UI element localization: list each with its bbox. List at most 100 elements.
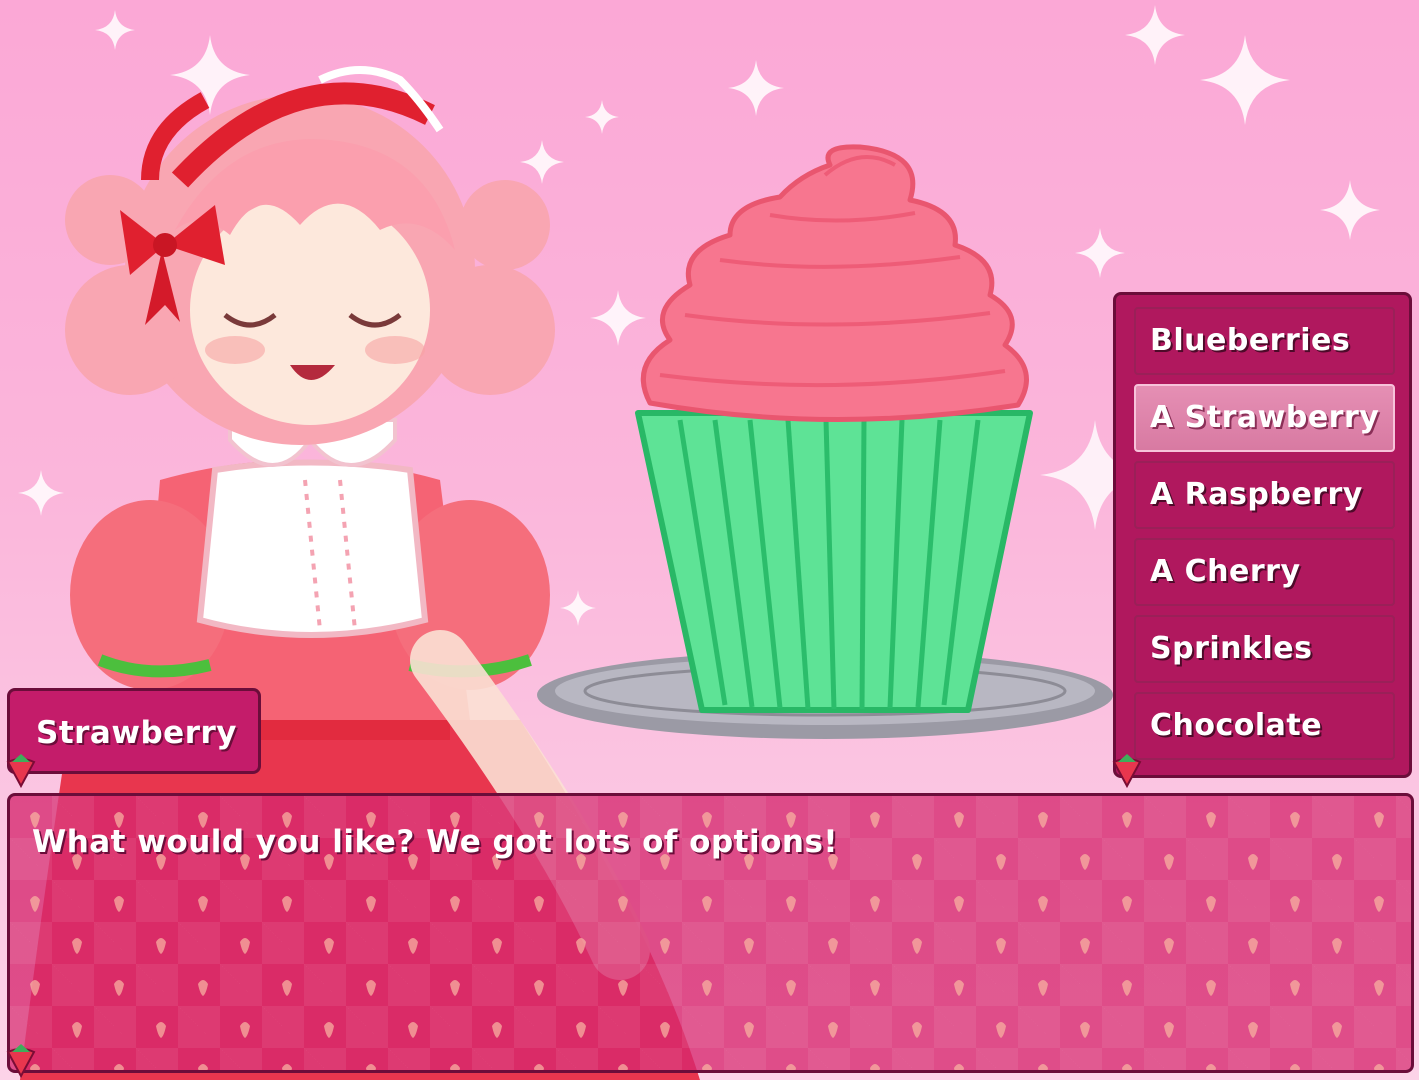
seed-mark [1164,1022,1174,1038]
seed-mark [1290,1064,1300,1070]
seed-mark [114,896,124,912]
seed-mark [534,980,544,996]
seed-mark [492,1022,502,1038]
seed-mark [450,896,460,912]
seed-mark [492,938,502,954]
seed-mark [996,938,1006,954]
sparkle-icon [1200,35,1290,125]
seed-mark [1374,980,1384,996]
seed-mark [1080,938,1090,954]
strawberry-gem-icon [1112,754,1142,788]
seed-mark [786,1064,796,1070]
seed-mark [1122,812,1132,828]
seed-mark [954,812,964,828]
seed-mark [1290,980,1300,996]
seed-mark [366,1064,376,1070]
speaker-name: Strawberry [36,715,237,751]
seed-mark [1164,938,1174,954]
seed-mark [786,980,796,996]
sparkle-icon [728,60,784,116]
seed-mark [72,1022,82,1038]
seed-mark [828,1022,838,1038]
seed-mark [1122,980,1132,996]
seed-mark [450,1064,460,1070]
seed-mark [996,854,1006,870]
seed-mark [114,980,124,996]
seed-mark [618,1064,628,1070]
seed-mark [1206,980,1216,996]
choice-chocolate[interactable]: Chocolate [1134,692,1395,760]
seed-mark [1290,896,1300,912]
strawberry-gem-icon [6,754,36,788]
seed-mark [660,1022,670,1038]
seed-mark [1038,1064,1048,1070]
choice-blueberries[interactable]: Blueberries [1134,307,1395,375]
seed-mark [870,896,880,912]
seed-mark [1038,980,1048,996]
choice-menu: Blueberries A Strawberry A Raspberry A C… [1113,292,1412,778]
seed-mark [1374,896,1384,912]
seed-mark [1206,1064,1216,1070]
seed-mark [912,938,922,954]
speaker-name-box: Strawberry [7,688,261,774]
seed-mark [1122,1064,1132,1070]
seed-mark [1332,854,1342,870]
seed-mark [1248,1022,1258,1038]
seed-mark [828,938,838,954]
seed-mark [870,980,880,996]
seed-mark [1206,896,1216,912]
seed-mark [408,938,418,954]
seed-mark [1290,812,1300,828]
seed-mark [156,1022,166,1038]
seed-mark [198,896,208,912]
sparkle-icon [95,10,135,50]
seed-mark [450,980,460,996]
seed-mark [408,1022,418,1038]
seed-mark [786,896,796,912]
seed-mark [1206,812,1216,828]
seed-mark [198,980,208,996]
choice-sprinkles[interactable]: Sprinkles [1134,615,1395,683]
seed-mark [1038,896,1048,912]
seed-mark [534,896,544,912]
dialogue-box[interactable]: What would you like? We got lots of opti… [7,793,1414,1073]
seed-mark [324,1022,334,1038]
choice-a-raspberry[interactable]: A Raspberry [1134,461,1395,529]
seed-mark [702,980,712,996]
seed-mark [1038,812,1048,828]
seed-mark [366,896,376,912]
seed-mark [996,1022,1006,1038]
seed-mark [30,896,40,912]
sparkle-icon [1125,5,1185,65]
seed-mark [618,980,628,996]
seed-mark [282,1064,292,1070]
seed-mark [366,980,376,996]
seed-mark [1332,1022,1342,1038]
seed-mark [744,1022,754,1038]
choice-a-cherry[interactable]: A Cherry [1134,538,1395,606]
seed-mark [1374,1064,1384,1070]
choice-a-strawberry[interactable]: A Strawberry [1134,384,1395,452]
seed-mark [1080,1022,1090,1038]
seed-mark [240,938,250,954]
seed-mark [534,1064,544,1070]
seed-mark [282,980,292,996]
seed-mark [618,896,628,912]
seed-mark [1374,812,1384,828]
seed-mark [954,980,964,996]
seed-mark [954,1064,964,1070]
seed-mark [912,854,922,870]
seed-mark [870,1064,880,1070]
seed-mark [1248,854,1258,870]
seed-mark [1122,896,1132,912]
seed-mark [72,938,82,954]
seed-mark [660,938,670,954]
seed-mark [1164,854,1174,870]
seed-mark [870,812,880,828]
seed-mark [1332,938,1342,954]
strawberry-gem-icon [6,1044,36,1078]
seed-mark [156,938,166,954]
sparkle-icon [1320,180,1380,240]
seed-mark [114,1064,124,1070]
seed-mark [1080,854,1090,870]
